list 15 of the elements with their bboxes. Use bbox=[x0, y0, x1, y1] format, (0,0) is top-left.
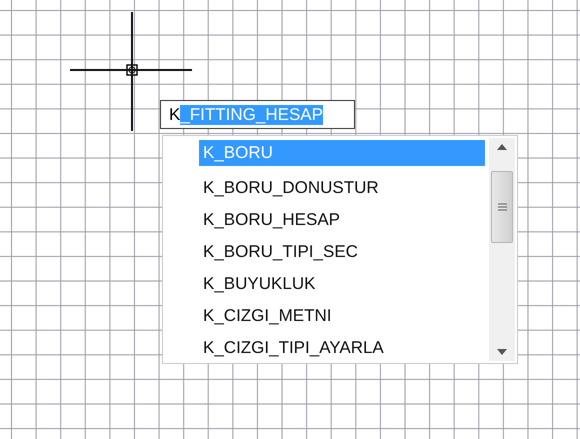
suggestion-item[interactable]: K_BORU_HESAP bbox=[199, 204, 485, 236]
scroll-down-icon[interactable] bbox=[497, 349, 507, 355]
command-input-field[interactable]: K_FITTING_HESAP bbox=[160, 100, 355, 129]
scroll-up-icon[interactable] bbox=[497, 144, 507, 150]
suggestion-item[interactable]: K_BUYUKLUK bbox=[199, 268, 485, 300]
suggestion-item[interactable]: K_CIZGI_METNI bbox=[199, 300, 485, 332]
suggestion-item[interactable]: K_BORU_DONUSTUR bbox=[199, 172, 485, 204]
completion-text: _FITTING_HESAP bbox=[180, 104, 323, 124]
grip-icon bbox=[498, 202, 506, 212]
scrollbar-thumb[interactable] bbox=[491, 171, 513, 243]
suggestion-item[interactable]: K_CIZGI_TIPI_AYARLA bbox=[199, 332, 485, 364]
typed-text: K bbox=[169, 104, 180, 124]
scrollbar[interactable] bbox=[489, 138, 515, 361]
drawing-canvas[interactable]: K_FITTING_HESAP K_BORU K_BORU_DONUSTUR K_BORU_HESAP K_BORU_TIPI_SEC K_BUYUKLUK K_CIZGI_METNI K_CIZGI_TIPI_AYARLA bbox=[0, 0, 580, 439]
suggestion-item[interactable]: K_BORU_TIPI_SEC bbox=[199, 236, 485, 268]
